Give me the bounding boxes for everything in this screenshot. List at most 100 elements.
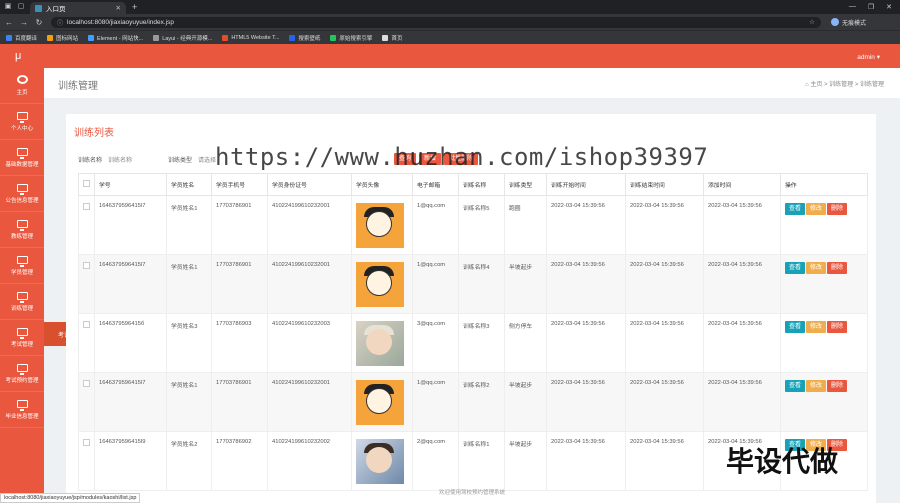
sidebar-item-notice[interactable]: 公告信息管理 [0,176,44,212]
bookmark-item[interactable]: Element - 网站快... [88,34,143,42]
window-close-icon[interactable]: ✕ [886,3,892,11]
edit-button[interactable]: 修改 [806,262,827,274]
row-checkbox[interactable] [83,321,90,328]
cell-start-time: 2022-03-04 15:39:56 [546,372,626,432]
cell-phone: 17703786901 [211,254,268,314]
window-controls: — ❐ ✕ [849,3,900,11]
column-header: 训练类型 [504,173,547,196]
bookmark-item[interactable]: 图标网站 [47,34,78,42]
avatar-face [366,447,392,473]
bookmark-star-icon[interactable]: ☆ [809,18,815,26]
bookmark-item[interactable]: 搜索壁纸 [289,34,320,42]
row-checkbox[interactable] [83,380,90,387]
search-label-name: 训练名称 [78,157,103,164]
bookmark-item[interactable]: 首页 [382,34,402,42]
edit-button[interactable]: 修改 [806,203,827,215]
cell-training-type: 跑圈 [504,195,547,255]
cell-start-time: 2022-03-04 15:39:56 [546,254,626,314]
student-avatar-image[interactable] [356,321,404,366]
cell-end-time: 2022-03-04 15:39:56 [625,431,704,491]
tab-close-icon[interactable]: ✕ [116,4,121,12]
cell-actions: 查看 修改 删除 [780,195,868,255]
header-checkbox-cell [78,173,95,196]
info-icon[interactable]: ⓘ [57,18,63,27]
sidebar-item-exam[interactable]: 考试管理 [0,320,44,356]
sidebar-item-graduation[interactable]: 毕业信息管理 [0,392,44,428]
cell-training-type: 半坡起步 [504,372,547,432]
column-header: 学员姓名 [166,173,212,196]
row-checkbox-cell [78,254,95,314]
user-menu[interactable]: admin ▾ [857,53,880,61]
cell-avatar [351,313,413,373]
cell-id-card: 410224199610232003 [267,313,352,373]
browser-tab[interactable]: 入口页 ✕ [30,2,126,14]
view-button[interactable]: 查看 [785,203,806,215]
tab-search-icon[interactable]: ▢ [16,2,26,12]
bookmark-item[interactable]: Layui - 经典开源模... [153,34,212,42]
reload-icon[interactable]: ↻ [33,18,45,27]
search-input-name[interactable]: 训练名称 [108,155,160,164]
monitor-icon [16,255,28,267]
row-checkbox-cell [78,313,95,373]
row-checkbox[interactable] [83,203,90,210]
browser-menu-icon[interactable]: ▣ [3,2,13,12]
student-avatar-image[interactable] [356,203,404,248]
bookmark-icon [47,34,54,41]
sidebar-item-student[interactable]: 学员管理 [0,248,44,284]
app-logo: μ [15,50,22,62]
sidebar-item-coach[interactable]: 教练管理 [0,212,44,248]
bookmark-item[interactable]: 百度翻译 [6,34,37,42]
sidebar-item-home[interactable]: 主页 [0,68,44,104]
row-checkbox[interactable] [83,439,90,446]
view-button[interactable]: 查看 [785,262,806,274]
bookmark-item[interactable]: 原始搜索引擎 [330,34,372,42]
bookmark-item[interactable]: HTML5 Website T... [222,34,279,41]
student-avatar-image[interactable] [356,439,404,484]
select-all-checkbox[interactable] [83,180,90,187]
new-tab-icon[interactable]: + [132,2,137,12]
cell-add-time: 2022-03-04 15:39:56 [703,313,781,373]
student-avatar-image[interactable] [356,380,404,425]
sidebar-item-training[interactable]: 训练管理 [0,284,44,320]
cell-phone: 17703786901 [211,372,268,432]
monitor-icon [16,183,28,195]
profile-button[interactable]: 无痕模式 [831,18,866,27]
search-label-type: 训练类型 [168,157,193,164]
edit-button[interactable]: 修改 [806,380,827,392]
edit-button[interactable]: 修改 [806,321,827,333]
back-icon[interactable]: ← [3,18,15,27]
delete-button[interactable]: 删除 [827,321,848,333]
column-header: 操作 [780,173,868,196]
bookmark-icon [153,34,160,41]
monitor-icon [16,147,28,159]
cell-id-card: 410224199610232002 [267,431,352,491]
sidebar-item-basic-data[interactable]: 基础数据管理 [0,140,44,176]
row-checkbox-cell [78,372,95,432]
column-header: 学员身份证号 [267,173,352,196]
student-avatar-image[interactable] [356,262,404,307]
url-input[interactable]: ⓘ localhost:8080/jiaxiaoyuyue/index.jsp … [51,16,821,28]
forward-icon[interactable]: → [18,18,30,27]
view-button[interactable]: 查看 [785,380,806,392]
browser-status-bar: localhost:8080/jiaxiaoyuyue/jsp/modules/… [0,493,141,503]
view-button[interactable]: 查看 [785,321,806,333]
cell-student-id: 1646379596415l7 [94,372,167,432]
delete-button[interactable]: 删除 [827,380,848,392]
page-title: 训练管理 [58,81,98,92]
table-row: 1646379596415l7 学员姓名1 17703786901 410224… [78,195,868,255]
monitor-icon [16,327,28,339]
table-row: 1646379596415l7 学员姓名1 17703786901 410224… [78,372,868,432]
monitor-icon [16,111,28,123]
row-checkbox[interactable] [83,262,90,269]
sidebar-item-profile[interactable]: 个人中心 [0,104,44,140]
tab-favicon-icon [35,4,42,12]
breadcrumb[interactable]: ⌂ 主页 > 训练管理 > 训练管理 [805,79,884,88]
delete-button[interactable]: 删除 [827,262,848,274]
cell-student-name: 学员姓名1 [166,254,212,314]
sidebar-item-exam-booking[interactable]: 考试预约管理 [0,356,44,392]
maximize-icon[interactable]: ❐ [868,3,874,11]
delete-button[interactable]: 删除 [827,203,848,215]
tab-title: 入口页 [46,6,66,13]
column-header: 添加时间 [703,173,781,196]
minimize-icon[interactable]: — [849,3,856,11]
